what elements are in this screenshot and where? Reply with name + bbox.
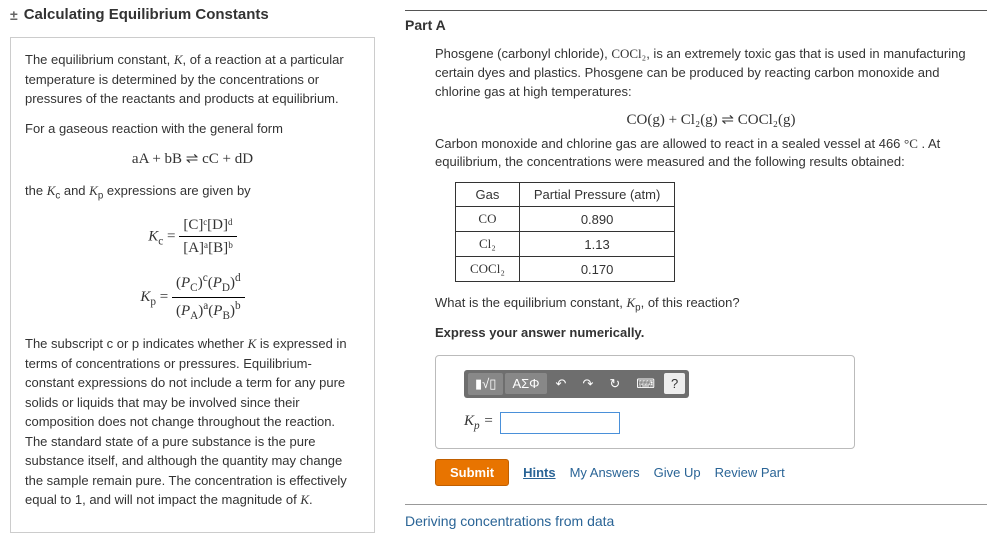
hints-link[interactable]: Hints [523,465,556,480]
conditions-text: Carbon monoxide and chlorine gas are all… [435,135,987,173]
table-row: COCl₂ 0.170 [456,257,675,282]
theory-p3: the Kc and Kp expressions are given by [25,181,360,204]
equation-toolbar: ▮√▯ ΑΣΦ ↶ ↷ ↻ ⌨ ? [464,370,689,398]
keyboard-icon[interactable]: ⌨ [629,373,662,395]
top-divider [405,10,987,11]
undo-icon[interactable]: ↶ [549,373,574,395]
table-row: CO 0.890 [456,207,675,232]
template-tool-button[interactable]: ▮√▯ [468,373,503,395]
answer-label: Kp = [464,413,494,432]
answer-box: ▮√▯ ΑΣΦ ↶ ↷ ↻ ⌨ ? Kp = [435,355,855,449]
reaction-equation: CO(g) + Cl₂(g) ⇌ COCl₂(g) [435,110,987,129]
redo-icon[interactable]: ↷ [575,373,600,395]
help-button[interactable]: ? [664,373,685,394]
part-a-title: Part A [405,17,987,33]
submit-button[interactable]: Submit [435,459,509,486]
phosgene-intro: Phosgene (carbonyl chloride), COCl₂, is … [435,45,987,102]
section-divider [405,504,987,505]
partial-pressure-table: Gas Partial Pressure (atm) CO 0.890 Cl₂ … [455,182,675,282]
next-section-link[interactable]: Deriving concentrations from data [405,513,987,529]
review-part-link[interactable]: Review Part [715,465,785,480]
greek-tool-button[interactable]: ΑΣΦ [505,373,546,394]
kp-formula: Kp = (PC)c(PD)d (PA)a(PB)b [25,270,360,325]
question-text: What is the equilibrium constant, Kp, of… [435,294,987,316]
answer-input[interactable] [500,412,620,434]
theory-p4: The subscript c or p indicates whether K… [25,334,360,510]
collapse-toggle-icon[interactable]: ± [10,7,18,23]
table-row: Cl₂ 1.13 [456,232,675,257]
left-panel-header[interactable]: ± Calculating Equilibrium Constants [0,0,385,29]
left-title: Calculating Equilibrium Constants [24,6,269,23]
theory-p1: The equilibrium constant, K, of a reacti… [25,50,360,109]
express-instruction: Express your answer numerically. [435,324,987,343]
give-up-link[interactable]: Give Up [654,465,701,480]
general-reaction-formula: aA + bB ⇌ cC + dD [25,148,360,171]
theory-p2: For a gaseous reaction with the general … [25,119,360,139]
table-header-gas: Gas [456,183,520,207]
my-answers-link[interactable]: My Answers [570,465,640,480]
theory-box: The equilibrium constant, K, of a reacti… [10,37,375,533]
table-header-pressure: Partial Pressure (atm) [519,183,674,207]
reset-icon[interactable]: ↻ [602,373,627,395]
kc-formula: Kc = [C]ᶜ[D]ᵈ[A]ᵃ[B]ᵇ [25,214,360,260]
